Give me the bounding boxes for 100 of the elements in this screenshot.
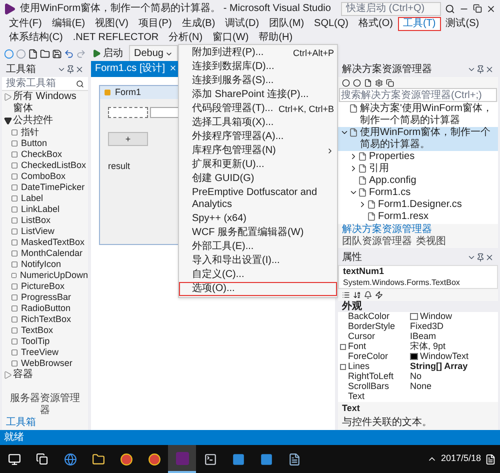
- quick-launch-field[interactable]: 快速启动 (Ctrl+Q): [341, 2, 441, 16]
- search-icon[interactable]: [445, 4, 455, 14]
- close-icon[interactable]: [485, 253, 494, 262]
- terminal-icon[interactable]: [204, 452, 216, 466]
- app-icon[interactable]: [260, 452, 272, 466]
- pin-icon[interactable]: [476, 253, 485, 262]
- menu-item[interactable]: 连接到服务器(S)...: [179, 74, 337, 88]
- menu-item[interactable]: SQL(Q): [309, 17, 354, 31]
- group-header[interactable]: 公共控件: [2, 115, 88, 127]
- tree-item[interactable]: Properties: [338, 151, 498, 163]
- circle-icon[interactable]: [120, 452, 132, 466]
- menu-item[interactable]: 添加 SharePoint 连接(P)...: [179, 88, 337, 102]
- pin-icon[interactable]: [66, 65, 75, 74]
- toolbox-item[interactable]: MonthCalendar: [21, 248, 83, 259]
- menu-item[interactable]: WCF 服务配置编辑器(W): [179, 226, 337, 240]
- menu-item[interactable]: 编辑(E): [46, 17, 90, 31]
- text-box[interactable]: [108, 107, 148, 118]
- menu-item[interactable]: 视图(V): [90, 17, 134, 31]
- start-button[interactable]: 启动: [88, 46, 127, 61]
- configuration-dropdown[interactable]: Debug: [129, 45, 178, 62]
- menu-item[interactable]: 团队(M): [264, 17, 310, 31]
- task-view-icon[interactable]: [36, 453, 48, 465]
- menu-item[interactable]: 外接程序管理器(A)...: [179, 130, 337, 144]
- toolbox-item[interactable]: Label: [21, 193, 44, 204]
- toolbox-item[interactable]: TreeView: [21, 347, 59, 358]
- menu-item[interactable]: 文件(F): [4, 17, 47, 31]
- toolbox-item[interactable]: 指针: [21, 127, 39, 138]
- tree-item[interactable]: Form1.cs: [338, 187, 498, 199]
- menu-item[interactable]: Spy++ (x64): [179, 212, 337, 226]
- toolbox-item[interactable]: ListBox: [21, 215, 51, 226]
- tree-item[interactable]: 使用WinForm窗体，制作一个简易的计算器。: [338, 127, 498, 151]
- toolbox-item[interactable]: TextBox: [21, 325, 54, 336]
- search-field[interactable]: 搜索工具箱: [2, 77, 88, 91]
- menu-item[interactable]: 导入和导出设置(I)...: [179, 254, 337, 268]
- toolbox-item[interactable]: CheckBox: [21, 149, 62, 160]
- toolbox-item[interactable]: ProgressBar: [21, 292, 72, 303]
- menu-item[interactable]: 调试(D): [220, 17, 264, 31]
- toolbox-item[interactable]: ToolTip: [21, 336, 50, 347]
- menu-item[interactable]: 窗口(W): [208, 31, 254, 45]
- settings-icon[interactable]: [375, 78, 383, 86]
- toolbox-item[interactable]: NotifyIcon: [21, 259, 62, 270]
- panel-tab[interactable]: 工具箱: [6, 417, 36, 429]
- close-icon[interactable]: [486, 4, 496, 14]
- plus-button[interactable]: +: [108, 132, 148, 146]
- menu-item[interactable]: 创建 GUID(G): [179, 172, 337, 186]
- menu-item[interactable]: 选择工具箱项(X)...: [179, 116, 337, 130]
- dropdown-icon[interactable]: [57, 65, 66, 74]
- group-header[interactable]: 所有 Windows 窗体: [2, 91, 88, 115]
- menu-item[interactable]: 项目(P): [133, 17, 177, 31]
- pin-icon[interactable]: [476, 65, 485, 74]
- browser-icon[interactable]: [64, 452, 76, 466]
- new-file-icon[interactable]: [28, 48, 38, 58]
- search-icon[interactable]: [76, 80, 84, 88]
- toolbox-item[interactable]: NumericUpDown: [20, 270, 88, 281]
- toolbox-item[interactable]: Button: [21, 138, 48, 149]
- toolbox-item[interactable]: ListView: [21, 226, 54, 237]
- dropdown-icon[interactable]: [467, 253, 476, 262]
- menu-item[interactable]: 工具(T): [398, 17, 441, 31]
- tree-item[interactable]: 解决方案'使用WinForm窗体，制作一个简易的计算器: [338, 103, 498, 127]
- collapsed-icon[interactable]: [358, 200, 367, 209]
- search-field[interactable]: 搜索解决方案资源管理器(Ctrl+;): [339, 88, 497, 102]
- toolbox-item[interactable]: RichTextBox: [21, 314, 72, 325]
- file-icon[interactable]: [364, 78, 372, 86]
- panel-tab[interactable]: 服务器资源管理器: [6, 393, 84, 417]
- copy-icon[interactable]: [386, 78, 394, 86]
- tree-item[interactable]: Form1.Designer.cs: [338, 199, 498, 211]
- close-icon[interactable]: [75, 65, 84, 74]
- sort-icon[interactable]: [353, 290, 361, 299]
- expanded-icon[interactable]: [349, 188, 358, 197]
- document-icon[interactable]: [288, 452, 300, 466]
- expand-icon[interactable]: [340, 364, 346, 370]
- menu-item[interactable]: 选项(O)...: [179, 282, 337, 296]
- dropdown-icon[interactable]: [467, 65, 476, 74]
- panel-tab[interactable]: 团队资源管理器: [342, 236, 412, 248]
- tree-item[interactable]: App.config: [338, 175, 498, 187]
- close-icon[interactable]: [485, 65, 494, 74]
- expanded-icon[interactable]: [340, 128, 349, 137]
- menu-item[interactable]: 分析(N): [164, 31, 208, 45]
- toolbox-item[interactable]: LinkLabel: [21, 204, 60, 215]
- folder-icon[interactable]: [92, 452, 104, 466]
- tree-item[interactable]: 引用: [338, 163, 498, 175]
- group-header[interactable]: 容器: [2, 369, 88, 381]
- category-header[interactable]: 外观: [338, 300, 498, 312]
- app-icon[interactable]: [232, 452, 244, 466]
- toolbox-item[interactable]: WebBrowser: [21, 358, 72, 369]
- toolbox-item[interactable]: DateTimePicker: [21, 182, 85, 193]
- menu-item[interactable]: 体系结构(C): [4, 31, 68, 45]
- menu-item[interactable]: 自定义(C)...: [179, 268, 337, 282]
- toolbox-item[interactable]: MaskedTextBox: [21, 237, 85, 248]
- menu-item[interactable]: .NET REFLECTOR: [68, 31, 164, 45]
- menu-item[interactable]: 连接到数据库(D)...: [179, 60, 337, 74]
- menu-item[interactable]: 库程序包管理器(N): [179, 144, 337, 158]
- toolbox-item[interactable]: PictureBox: [21, 281, 65, 292]
- expand-icon[interactable]: [340, 344, 346, 350]
- toolbox-item[interactable]: ComboBox: [21, 171, 66, 182]
- panel-tab[interactable]: 解决方案资源管理器: [342, 224, 432, 236]
- menu-item[interactable]: PreEmptive Dotfuscator and Analytics: [179, 186, 337, 212]
- notification-icon[interactable]: [485, 454, 496, 464]
- open-folder-icon[interactable]: [40, 48, 50, 58]
- menu-item[interactable]: 附加到进程(P)... Ctrl+Alt+P: [179, 46, 337, 60]
